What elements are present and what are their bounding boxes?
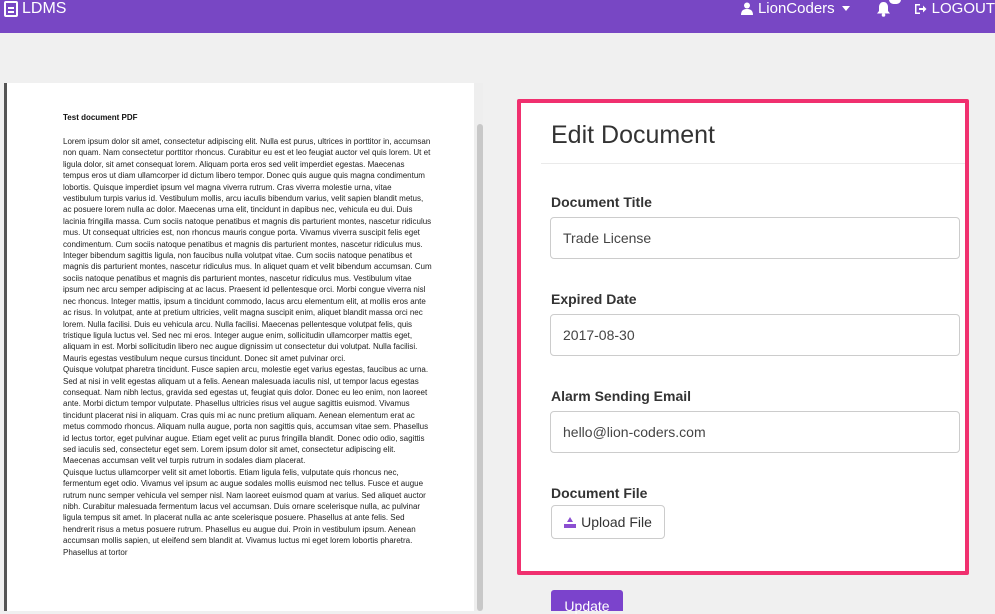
bell-icon xyxy=(876,1,890,17)
update-button[interactable]: Update xyxy=(551,590,623,614)
upload-icon xyxy=(564,516,577,528)
edit-document-panel: Edit Document Document Title Trade Licen… xyxy=(517,99,969,575)
notifications-button[interactable] xyxy=(876,0,901,17)
user-name: LionCoders xyxy=(757,0,835,17)
pdf-viewer[interactable]: Test document PDF Lorem ipsum dolor sit … xyxy=(4,83,483,611)
pdf-document-text: Lorem ipsum dolor sit amet, consectetur … xyxy=(63,137,432,557)
document-title-input[interactable]: Trade License xyxy=(550,217,960,259)
page-title: Edit Document xyxy=(551,121,715,149)
user-icon xyxy=(740,2,753,15)
logout-icon xyxy=(914,3,927,14)
expired-date-input[interactable]: 2017-08-30 xyxy=(550,314,960,356)
document-icon xyxy=(4,0,18,17)
pdf-document-title: Test document PDF xyxy=(63,113,138,122)
notification-badge xyxy=(888,0,901,4)
document-file-label: Document File xyxy=(551,485,648,501)
header-divider xyxy=(541,163,965,164)
pdf-scrollbar-thumb[interactable] xyxy=(477,124,483,611)
top-navbar: LDMS LionCoders LOGOUT xyxy=(0,0,995,33)
logout-link[interactable]: LOGOUT xyxy=(914,0,995,17)
upload-file-label: Upload File xyxy=(581,514,652,530)
upload-file-button[interactable]: Upload File xyxy=(551,505,665,539)
expired-date-label: Expired Date xyxy=(551,291,637,307)
chevron-down-icon xyxy=(841,6,850,11)
alarm-email-label: Alarm Sending Email xyxy=(551,388,692,404)
document-title-label: Document Title xyxy=(551,194,652,210)
alarm-email-input[interactable]: hello@lion-coders.com xyxy=(550,411,960,453)
logout-label: LOGOUT xyxy=(931,0,995,17)
user-menu[interactable]: LionCoders xyxy=(740,0,850,17)
brand-name: LDMS xyxy=(22,0,67,17)
navbar-right: LionCoders LOGOUT xyxy=(719,0,995,17)
brand[interactable]: LDMS xyxy=(4,0,66,17)
